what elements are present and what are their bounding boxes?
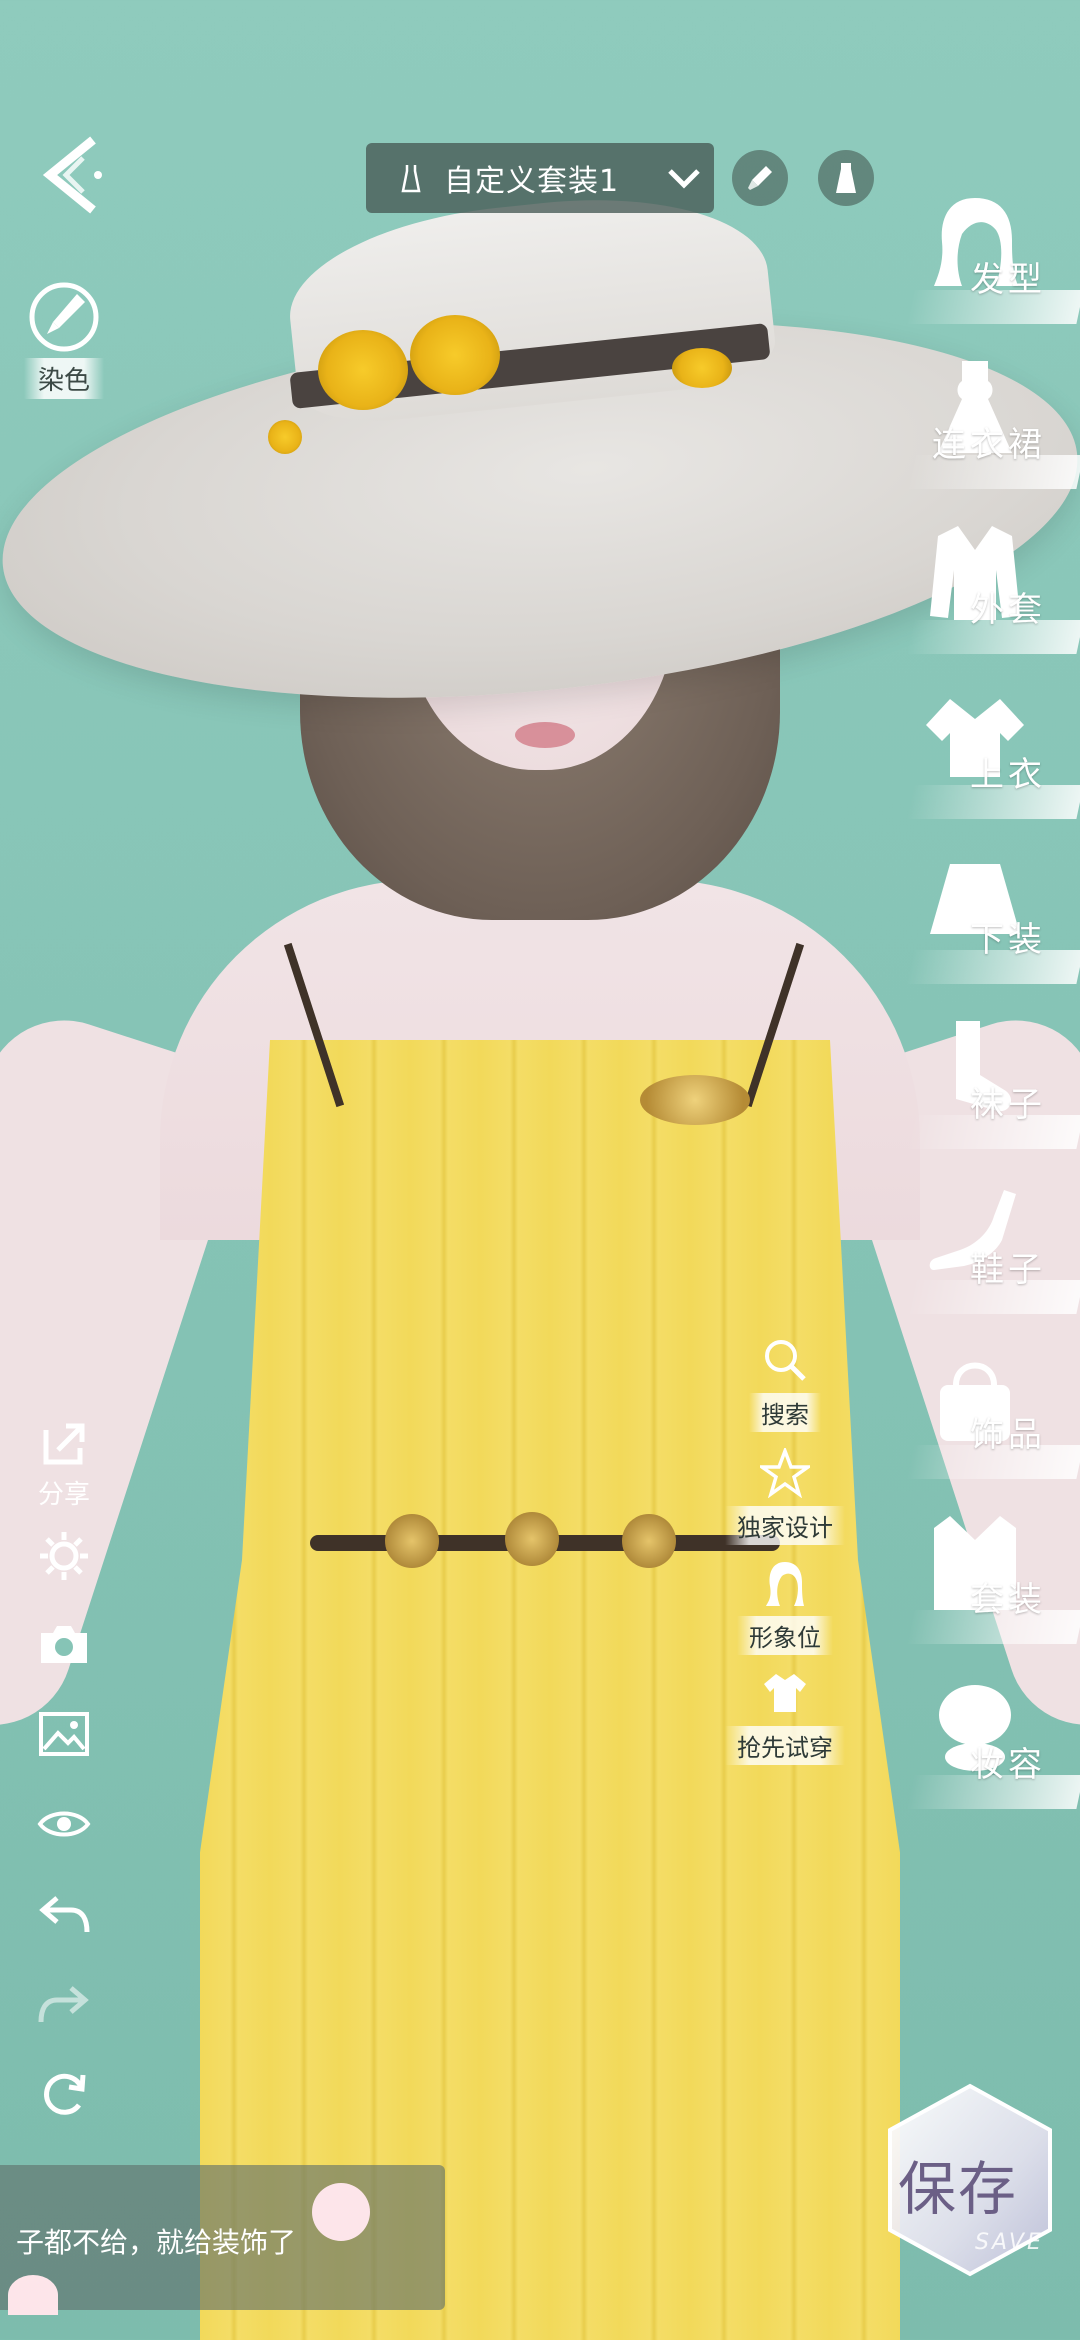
reset-icon — [44, 2073, 86, 2115]
save-button[interactable]: 保存 SAVE — [880, 2080, 1060, 2280]
category-label: 鞋子 — [970, 1250, 1046, 1290]
dress-outline-icon — [401, 165, 421, 193]
category-label: 下装 — [970, 920, 1046, 960]
category-hair[interactable]: 发型 — [880, 190, 1080, 340]
category-dress[interactable]: 连衣裙 — [880, 355, 1080, 505]
category-coat[interactable]: 外套 — [880, 520, 1080, 670]
exclusive-design-label: 独家设计 — [725, 1506, 845, 1545]
share-label: 分享 — [37, 1480, 90, 1510]
belt-buckle — [385, 1514, 439, 1568]
settings-button[interactable] — [32, 1524, 96, 1588]
gallery-button[interactable] — [32, 1702, 96, 1766]
brush-button[interactable] — [732, 150, 788, 206]
share-button[interactable]: 分享 — [24, 1418, 104, 1511]
profile-slot-label: 形象位 — [737, 1616, 833, 1655]
undo-button[interactable] — [32, 1882, 96, 1946]
category-label: 妆容 — [970, 1745, 1046, 1785]
early-try-on-label: 抢先试穿 — [725, 1726, 845, 1765]
chevron-down-icon[interactable] — [654, 143, 714, 213]
redo-icon — [38, 1986, 89, 2023]
dress-icon — [836, 163, 856, 193]
category-label: 上衣 — [970, 755, 1046, 795]
category-shoes[interactable]: 鞋子 — [880, 1180, 1080, 1330]
undo-icon — [39, 1896, 90, 1933]
hat-flower — [318, 330, 408, 410]
back-arrow-icon — [42, 136, 102, 214]
category-label: 连衣裙 — [932, 425, 1046, 465]
outfit-toggle-button[interactable] — [818, 150, 874, 206]
chat-message[interactable]: 子都不给，就给装饰了 — [0, 2165, 445, 2315]
lips — [515, 722, 575, 748]
hide-ui-button[interactable] — [32, 1792, 96, 1856]
hat-flower — [672, 348, 732, 388]
redo-button[interactable] — [32, 1972, 96, 2036]
category-label: 袜子 — [970, 1085, 1046, 1125]
outfit-selector[interactable]: 自定义套装1 — [366, 143, 714, 213]
category-suit[interactable]: 套装 — [880, 1510, 1080, 1660]
belt-buckle — [505, 1512, 559, 1566]
hat-flower — [410, 315, 500, 395]
category-label: 饰品 — [970, 1415, 1046, 1455]
category-accessories[interactable]: 饰品 — [880, 1345, 1080, 1495]
chat-text: 子都不给，就给装饰了 — [16, 2226, 297, 2259]
hat-flower — [268, 420, 302, 454]
dye-button[interactable]: 染色 — [24, 280, 104, 399]
settings-icon — [40, 1532, 88, 1580]
search-label: 搜索 — [749, 1393, 821, 1432]
search-icon — [765, 1340, 806, 1381]
share-icon — [43, 1423, 85, 1465]
save-label: 保存 — [898, 2155, 1019, 2223]
camera-button[interactable] — [32, 1612, 96, 1676]
category-top[interactable]: 上衣 — [880, 685, 1080, 835]
early-try-on-button[interactable]: 抢先试穿 — [725, 1668, 845, 1765]
category-socks[interactable]: 袜子 — [880, 1015, 1080, 1165]
category-label: 外套 — [970, 590, 1046, 630]
belt-buckle — [622, 1514, 676, 1568]
brooch — [640, 1075, 750, 1125]
emoji-avatar-icon — [8, 2275, 58, 2315]
emoji-avatar-icon — [312, 2183, 370, 2241]
profile-icon — [766, 1562, 804, 1606]
search-button[interactable]: 搜索 — [725, 1335, 845, 1432]
image-icon — [39, 1712, 89, 1756]
paintbrush-icon — [748, 166, 772, 190]
dye-label: 染色 — [24, 358, 104, 399]
eye-icon — [37, 1811, 91, 1837]
profile-slot-button[interactable]: 形象位 — [725, 1558, 845, 1655]
category-bottoms[interactable]: 下装 — [880, 850, 1080, 1000]
reset-button[interactable] — [32, 2062, 96, 2126]
palette-brush-icon — [29, 282, 99, 352]
exclusive-design-button[interactable]: 独家设计 — [725, 1446, 845, 1545]
character-model — [0, 0, 1080, 2340]
category-makeup[interactable]: 妆容 — [880, 1675, 1080, 1825]
back-button[interactable] — [28, 130, 118, 220]
outfit-name: 自定义套装1 — [444, 164, 620, 199]
category-label: 套装 — [970, 1580, 1046, 1620]
star-icon — [756, 1446, 814, 1499]
camera-icon — [41, 1626, 87, 1663]
tshirt-icon — [764, 1674, 806, 1712]
save-sublabel: SAVE — [975, 2230, 1044, 2255]
category-label: 发型 — [970, 260, 1046, 300]
